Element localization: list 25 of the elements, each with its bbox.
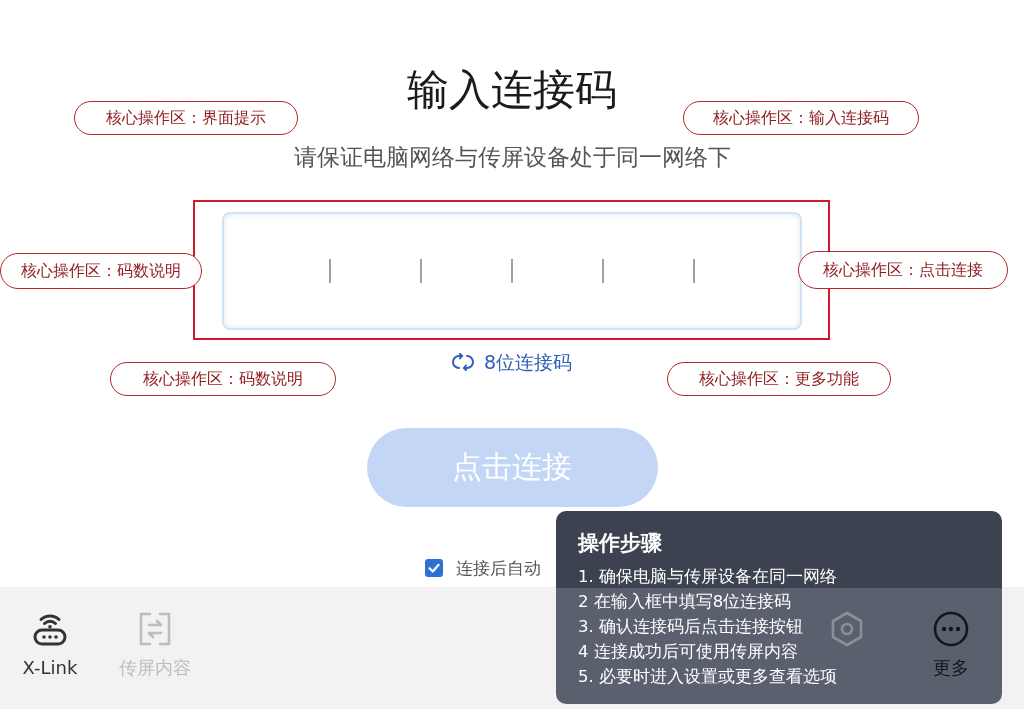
annotation-callout: 核心操作区：点击连接 <box>798 251 1008 289</box>
annotation-callout: 核心操作区：界面提示 <box>74 101 298 135</box>
checkbox-label: 连接后自动 <box>456 557 541 579</box>
refresh-icon <box>451 353 474 371</box>
code-length-button[interactable]: 8位连接码 <box>451 350 573 374</box>
router-icon <box>32 611 68 647</box>
checkbox[interactable] <box>425 559 443 577</box>
code-input-field[interactable] <box>222 212 802 330</box>
settings-icon <box>829 611 865 647</box>
annotation-callout: 核心操作区：码数说明 <box>110 362 336 396</box>
screen-swap-icon <box>137 611 173 647</box>
step-text: 2 在输入框中填写8位连接码 <box>578 591 792 613</box>
step-text: 4 连接成功后可使用传屏内容 <box>578 641 798 663</box>
steps-title: 操作步骤 <box>578 530 662 557</box>
step-text: 1. 确保电脑与传屏设备在同一网络 <box>578 566 837 588</box>
annotation-callout: 核心操作区：更多功能 <box>667 362 891 396</box>
step-text: 5. 必要时进入设置或更多查看选项 <box>578 666 837 688</box>
instruction-text: 请保证电脑网络与传屏设备处于同一网络下 <box>293 143 731 172</box>
more-icon <box>933 611 969 647</box>
page-title: 输入连接码 <box>407 64 617 116</box>
toolbar-button[interactable]: 更多 <box>919 611 983 681</box>
step-text: 3. 确认连接码后点击连接按钮 <box>578 616 803 638</box>
annotation-callout: 核心操作区：输入连接码 <box>683 101 919 135</box>
toolbar-button[interactable]: X-Link <box>10 611 90 681</box>
annotation-callout: 核心操作区：码数说明 <box>0 253 202 289</box>
